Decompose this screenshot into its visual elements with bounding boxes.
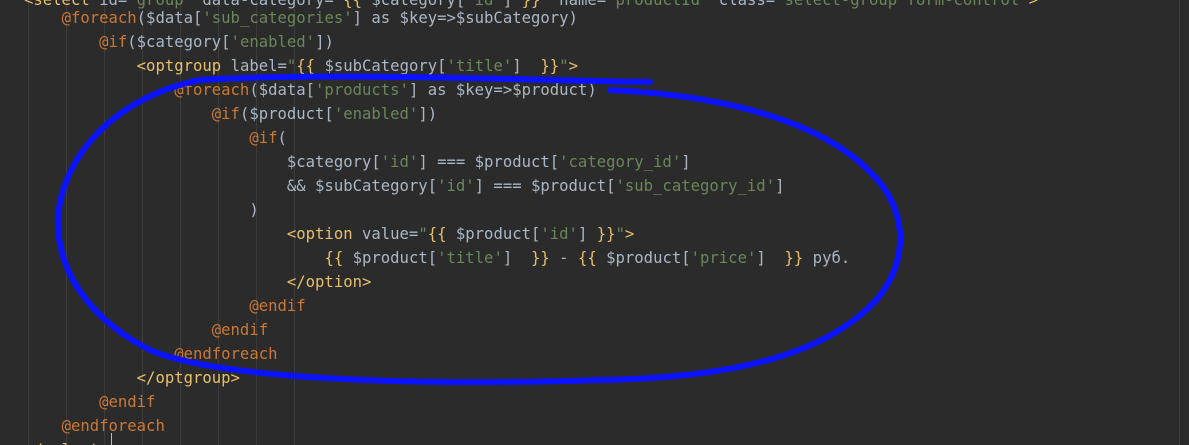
annotation-stroke	[54, 73, 904, 386]
code-editor[interactable]: <select id="group" data-category="{{ $ca…	[0, 0, 1189, 445]
blue-circle-annotation	[54, 73, 904, 386]
